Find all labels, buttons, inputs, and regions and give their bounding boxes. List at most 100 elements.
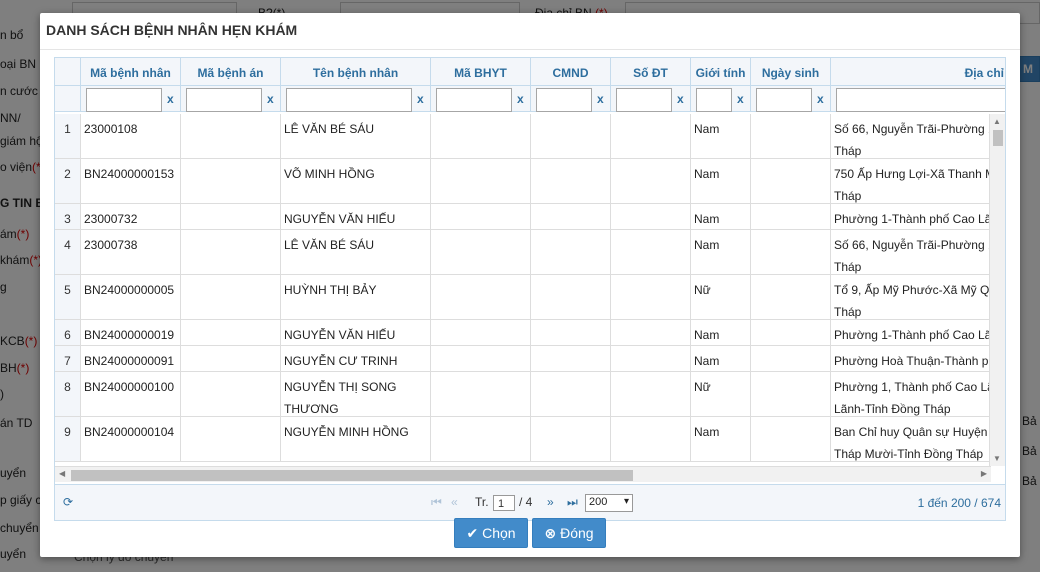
filter-input-dia-chi[interactable]	[836, 88, 1005, 112]
vertical-scroll-thumb[interactable]	[993, 130, 1003, 146]
patient-grid: Mã bệnh nhân x Mã bệnh án x Tên bệnh nhân x Mã…	[54, 57, 1006, 521]
header-ten-benh-nhan[interactable]: Tên bệnh nhân	[281, 58, 431, 86]
cell-ma-bhyt	[431, 372, 531, 416]
cell-ma-bhyt	[431, 320, 531, 345]
cell-ma-benh-nhan: 23000732	[81, 204, 181, 229]
row-number: 8	[55, 372, 81, 416]
cell-ten-benh-nhan: VÕ MINH HỒNG	[281, 159, 431, 203]
cell-ma-benh-an	[181, 159, 281, 203]
cell-so-dt	[611, 159, 691, 203]
next-page-icon[interactable]: »	[547, 495, 554, 509]
row-number: 1	[55, 114, 81, 158]
filter-clear-icon[interactable]: x	[817, 92, 824, 106]
filter-cell-so-dt: x	[611, 86, 691, 112]
table-row[interactable]: 2 BN24000000153 VÕ MINH HỒNG Nam 750 Ấp Hưng…	[55, 159, 1005, 204]
header-ma-bhyt[interactable]: Mã BHYT	[431, 58, 531, 86]
cell-ngay-sinh	[751, 372, 831, 416]
filter-input-ma-benh-an[interactable]	[186, 88, 262, 112]
scroll-right-icon[interactable]: ▶	[981, 469, 987, 478]
filter-cell-ma-benh-nhan: x	[81, 86, 181, 112]
filter-clear-icon[interactable]: x	[597, 92, 604, 106]
filter-input-ma-benh-nhan[interactable]	[86, 88, 162, 112]
cell-ngay-sinh	[751, 114, 831, 158]
table-row[interactable]: 9 BN24000000104 NGUYỄN MINH HỒNG Nam Ban Chỉ…	[55, 417, 1005, 462]
cell-dia-chi: 750 Ấp Hưng Lợi-Xã Thanh Mỹ- Tháp	[831, 159, 1005, 203]
filter-input-ten-benh-nhan[interactable]	[286, 88, 412, 112]
filter-input-gioi-tinh[interactable]	[696, 88, 732, 112]
select-button[interactable]: ✔ Chọn	[454, 518, 528, 548]
horizontal-scrollbar[interactable]: ◀ ▶	[55, 466, 991, 482]
cell-gioi-tinh: Nam	[691, 204, 751, 229]
filter-input-cmnd[interactable]	[536, 88, 592, 112]
header-dia-chi[interactable]: Địa chỉ	[831, 58, 1005, 86]
table-row[interactable]: 8 BN24000000100 NGUYỄN THỊ SONG THƯƠNG Nữ Ph…	[55, 372, 1005, 417]
header-ma-benh-an[interactable]: Mã bệnh án	[181, 58, 281, 86]
row-number: 7	[55, 346, 81, 371]
cell-so-dt	[611, 275, 691, 319]
cell-ma-benh-nhan: 23000108	[81, 114, 181, 158]
cell-ma-benh-nhan: BN24000000100	[81, 372, 181, 416]
filter-cell-gioi-tinh: x	[691, 86, 751, 112]
table-row[interactable]: 6 BN24000000019 NGUYỄN VĂN HIẾU Nam Phường 1…	[55, 320, 1005, 346]
filter-clear-icon[interactable]: x	[737, 92, 744, 106]
cell-so-dt	[611, 114, 691, 158]
prev-page-icon[interactable]: «	[451, 495, 458, 509]
filter-cell-cmnd: x	[531, 86, 611, 112]
cell-ma-benh-an	[181, 114, 281, 158]
header-ma-benh-nhan[interactable]: Mã bệnh nhân	[81, 58, 181, 86]
header-ngay-sinh[interactable]: Ngày sinh	[751, 58, 831, 86]
cell-ngay-sinh	[751, 417, 831, 461]
cell-gioi-tinh: Nữ	[691, 275, 751, 319]
cell-ngay-sinh	[751, 346, 831, 371]
filter-input-so-dt[interactable]	[616, 88, 672, 112]
filter-clear-icon[interactable]: x	[267, 92, 274, 106]
header-gioi-tinh[interactable]: Giới tính	[691, 58, 751, 86]
table-row[interactable]: 3 23000732 NGUYỄN VĂN HIẾU Nam Phường 1-Thàn…	[55, 204, 1005, 230]
filter-clear-icon[interactable]: x	[167, 92, 174, 106]
cell-gioi-tinh: Nam	[691, 320, 751, 345]
cell-dia-chi: Phường Hoà Thuận-Thành phố	[831, 346, 1005, 371]
cell-cmnd	[531, 204, 611, 229]
cell-ma-benh-nhan: BN24000000005	[81, 275, 181, 319]
cell-cmnd	[531, 346, 611, 371]
cell-ma-benh-an	[181, 230, 281, 274]
appointment-patient-dialog: DANH SÁCH BỆNH NHÂN HẸN KHÁM Mã bệnh nhâ…	[40, 13, 1020, 557]
cell-ma-benh-an	[181, 320, 281, 345]
page-number-input[interactable]: 1	[493, 495, 515, 511]
filter-clear-icon[interactable]: x	[517, 92, 524, 106]
table-row[interactable]: 7 BN24000000091 NGUYỄN CƯ TRINH Nam Phường H…	[55, 346, 1002, 372]
page-size-select[interactable]: 200 ▾	[585, 494, 633, 512]
filter-clear-icon[interactable]: x	[417, 92, 424, 106]
vertical-scrollbar[interactable]: ▲ ▼	[989, 114, 1005, 466]
table-row[interactable]: 4 23000738 LÊ VĂN BÉ SÁU Nam Số 66, Nguyễn T…	[55, 230, 1005, 275]
cell-ten-benh-nhan: NGUYỄN MINH HỒNG	[281, 417, 431, 461]
scroll-left-icon[interactable]: ◀	[59, 469, 65, 478]
filter-input-ma-bhyt[interactable]	[436, 88, 512, 112]
cell-ma-benh-an	[181, 275, 281, 319]
pager-info: 1 đến 200 / 674	[917, 496, 1001, 510]
table-row[interactable]: 1 23000108 LÊ VĂN BÉ SÁU Nam Số 66, Nguyễn T…	[55, 114, 1005, 159]
filter-input-ngay-sinh[interactable]	[756, 88, 812, 112]
horizontal-scroll-thumb[interactable]	[71, 470, 633, 481]
close-button[interactable]: ⊗ Đóng	[532, 518, 606, 548]
cell-dia-chi: Phường 1-Thành phố Cao Lãnh-	[831, 204, 1005, 229]
first-page-icon[interactable]: ⏮	[431, 495, 442, 510]
close-circle-icon: ⊗	[544, 525, 557, 541]
scroll-up-icon[interactable]: ▲	[993, 117, 1001, 126]
cell-cmnd	[531, 114, 611, 158]
scroll-down-icon[interactable]: ▼	[993, 454, 1001, 463]
cell-ngay-sinh	[751, 320, 831, 345]
cell-cmnd	[531, 159, 611, 203]
cell-ngay-sinh	[751, 159, 831, 203]
table-row[interactable]: 5 BN24000000005 HUỲNH THỊ BẢY Nữ Tổ 9, Ấp Mỹ…	[55, 275, 1005, 320]
header-so-dt[interactable]: Số ĐT	[611, 58, 691, 86]
cell-ma-bhyt	[431, 114, 531, 158]
filter-clear-icon[interactable]: x	[677, 92, 684, 106]
cell-ma-benh-nhan: 23000738	[81, 230, 181, 274]
row-number: 3	[55, 204, 81, 229]
refresh-icon[interactable]: ⟳	[63, 495, 73, 509]
last-page-icon[interactable]: ⏭	[567, 495, 578, 510]
cell-ma-benh-nhan: BN24000000019	[81, 320, 181, 345]
cell-so-dt	[611, 320, 691, 345]
header-cmnd[interactable]: CMND	[531, 58, 611, 86]
